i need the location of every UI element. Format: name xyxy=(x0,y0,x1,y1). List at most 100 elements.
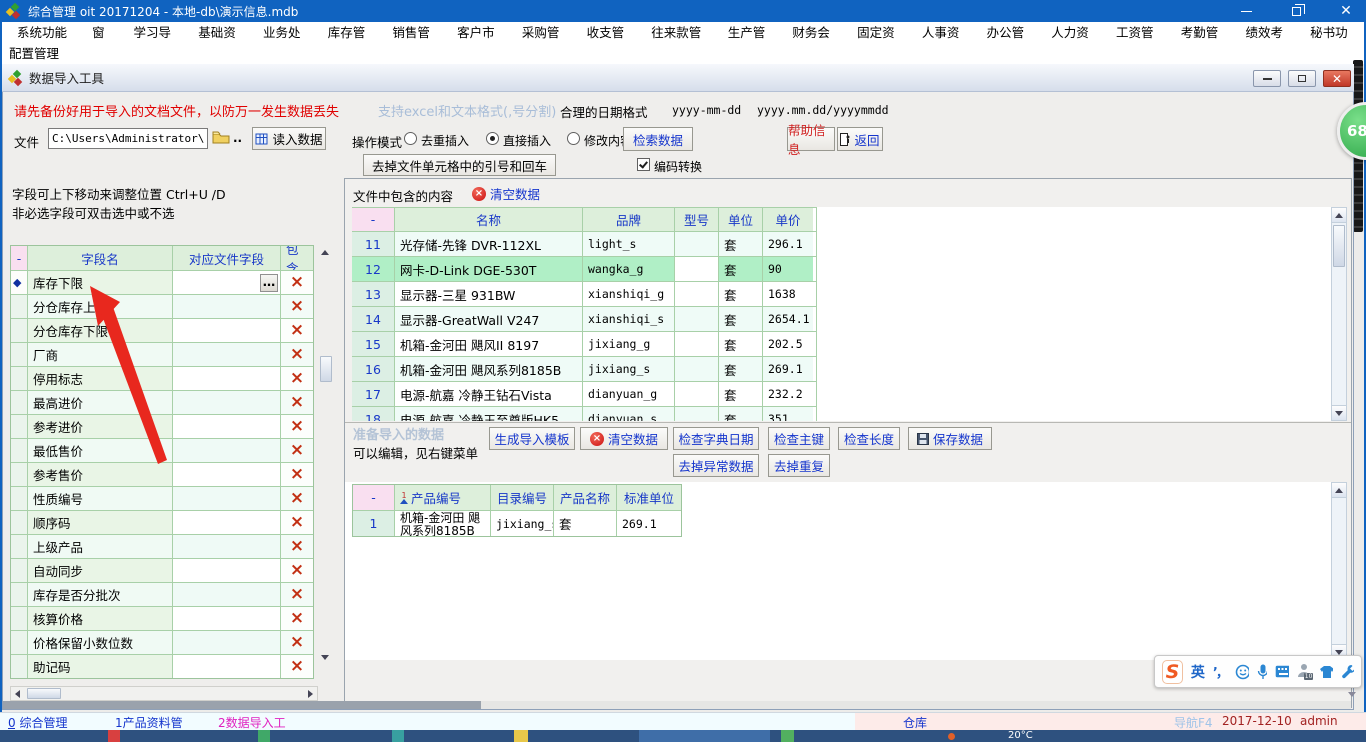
file-field-cell[interactable] xyxy=(173,439,281,462)
save-data-button[interactable]: 保存数据 xyxy=(908,427,992,450)
include-toggle[interactable]: × xyxy=(281,463,313,486)
menu-accounts[interactable]: 往来款管理 xyxy=(642,22,718,44)
child-restore-button[interactable] xyxy=(1288,70,1316,87)
ellipsis-button[interactable]: … xyxy=(260,274,278,292)
include-toggle[interactable]: × xyxy=(281,343,313,366)
minimize-button[interactable] xyxy=(1226,0,1266,22)
menu-finance[interactable]: 财务会计 xyxy=(783,22,848,44)
encode-label[interactable]: 编码转换 xyxy=(654,158,702,175)
os-taskbar[interactable]: 20°C xyxy=(0,730,1366,742)
ime-user-icon[interactable]: 10 xyxy=(1297,663,1311,681)
include-toggle[interactable]: × xyxy=(281,631,313,654)
generate-template-button[interactable]: 生成导入模板 xyxy=(489,427,575,450)
window-tab-product[interactable]: 1产品资料管 xyxy=(115,714,183,731)
field-row[interactable]: 核算价格× xyxy=(11,606,313,630)
file-field-cell[interactable] xyxy=(173,583,281,606)
file-field-cell[interactable] xyxy=(173,367,281,390)
include-toggle[interactable]: × xyxy=(281,655,313,678)
restore-button[interactable] xyxy=(1276,0,1316,22)
include-toggle[interactable]: × xyxy=(281,295,313,318)
status-nav-hint[interactable]: 导航F4 xyxy=(1174,714,1213,731)
menu-production[interactable]: 生产管理 xyxy=(719,22,784,44)
import-row[interactable]: 1 机箱-金河田 飓风系列8185B jixiang_s 套 269.1 xyxy=(353,510,681,536)
mode-dedupe-label[interactable]: 去重插入 xyxy=(421,132,469,149)
content-row[interactable]: 11光存储-先锋 DVR-112XLlight_s套296.1 xyxy=(352,231,816,256)
mode-dedupe-radio[interactable] xyxy=(404,132,417,145)
mode-direct-label[interactable]: 直接插入 xyxy=(503,132,551,149)
field-row[interactable]: 自动同步× xyxy=(11,558,313,582)
mode-modify-radio[interactable] xyxy=(567,132,580,145)
include-toggle[interactable]: × xyxy=(281,511,313,534)
field-row[interactable]: 库存是否分批次× xyxy=(11,582,313,606)
menu-human-resource[interactable]: 人力资源 xyxy=(1042,22,1107,44)
menu-performance[interactable]: 绩效考核 xyxy=(1236,22,1301,44)
include-toggle[interactable]: × xyxy=(281,415,313,438)
remove-abnormal-button[interactable]: 去掉异常数据 xyxy=(673,454,759,477)
field-row[interactable]: 价格保留小数位数× xyxy=(11,630,313,654)
scroll-up-icon[interactable] xyxy=(321,250,329,255)
ime-skin-icon[interactable] xyxy=(1319,665,1333,679)
menu-payment[interactable]: 收支管理 xyxy=(578,22,643,44)
ime-emoji-icon[interactable] xyxy=(1235,664,1249,680)
file-field-cell[interactable] xyxy=(173,319,281,342)
left-hscroll-thumb[interactable] xyxy=(27,688,61,699)
window-hscroll-thumb[interactable] xyxy=(3,701,481,709)
file-field-cell[interactable]: … xyxy=(173,271,281,294)
menu-sales[interactable]: 销售管理 xyxy=(383,22,448,44)
include-toggle[interactable]: × xyxy=(281,439,313,462)
include-toggle[interactable]: × xyxy=(281,583,313,606)
browse-folder-button[interactable] xyxy=(212,130,230,148)
window-tab-main[interactable]: 0 综合管理 xyxy=(8,714,67,731)
include-toggle[interactable]: × xyxy=(281,319,313,342)
include-toggle[interactable]: × xyxy=(281,391,313,414)
child-minimize-button[interactable] xyxy=(1253,70,1281,87)
include-toggle[interactable]: × xyxy=(281,487,313,510)
file-field-cell[interactable] xyxy=(173,559,281,582)
ime-keyboard-icon[interactable] xyxy=(1275,665,1290,678)
ime-wrench-icon[interactable] xyxy=(1341,664,1354,679)
menu-business[interactable]: 业务处理 xyxy=(254,22,319,44)
content-row[interactable]: 14显示器-GreatWall V247xianshiqi_s套2654.1 xyxy=(352,306,816,331)
left-hscrollbar[interactable] xyxy=(10,686,318,701)
file-field-cell[interactable] xyxy=(173,631,281,654)
dedupe-button[interactable]: 去掉重复 xyxy=(768,454,830,477)
content-row[interactable]: 15机箱-金河田 飓风II 8197jixiang_g套202.5 xyxy=(352,331,816,356)
menu-office[interactable]: 办公管理 xyxy=(978,22,1043,44)
menu-customer[interactable]: 客户市场 xyxy=(448,22,513,44)
file-field-cell[interactable] xyxy=(173,487,281,510)
file-path-input[interactable] xyxy=(48,128,208,149)
menu-secretary[interactable]: 秘书功能 xyxy=(1301,22,1366,44)
file-field-cell[interactable] xyxy=(173,511,281,534)
content-row-selected[interactable]: 12网卡-D-Link DGE-530Twangka_g套90 xyxy=(352,256,816,281)
include-toggle[interactable]: × xyxy=(281,271,313,294)
read-data-button[interactable]: 读入数据 xyxy=(252,127,326,150)
clear-file-data-link[interactable]: × 清空数据 xyxy=(472,184,540,203)
file-field-cell[interactable] xyxy=(173,415,281,438)
browse-dots[interactable]: .. xyxy=(233,131,242,145)
menu-salary[interactable]: 工资管理 xyxy=(1107,22,1172,44)
window-tab-import-active[interactable]: 2数据导入工 xyxy=(218,714,286,731)
menu-hr-records[interactable]: 人事资料 xyxy=(913,22,978,44)
ime-punctuation-icon[interactable]: ’， xyxy=(1213,662,1227,681)
left-vscroll-thumb[interactable] xyxy=(320,356,332,382)
menu-base-data[interactable]: 基础资料 xyxy=(189,22,254,44)
include-toggle[interactable]: × xyxy=(281,535,313,558)
menu-purchase[interactable]: 采购管理 xyxy=(513,22,578,44)
menu-config[interactable]: 配置管理 xyxy=(0,46,68,61)
content-row[interactable]: 16机箱-金河田 飓风系列8185Bjixiang_s套269.1 xyxy=(352,356,816,381)
file-field-cell[interactable] xyxy=(173,343,281,366)
content-row[interactable]: 13显示器-三星 931BWxianshiqi_g套1638 xyxy=(352,281,816,306)
check-dict-date-button[interactable]: 检查字典日期 xyxy=(673,427,759,450)
file-field-cell[interactable] xyxy=(173,655,281,678)
scroll-down-button[interactable] xyxy=(1332,405,1346,420)
scroll-left-icon[interactable] xyxy=(15,690,20,698)
include-toggle[interactable]: × xyxy=(281,559,313,582)
include-toggle[interactable]: × xyxy=(281,607,313,630)
field-row[interactable]: 性质编号× xyxy=(11,486,313,510)
ime-toolbar[interactable]: S 英 ’， 10 xyxy=(1154,655,1362,688)
menu-learn-nav[interactable]: 学习导航 xyxy=(125,22,190,44)
menu-window[interactable]: 窗口 xyxy=(83,22,124,44)
field-row[interactable]: 上级产品× xyxy=(11,534,313,558)
check-length-button[interactable]: 检查长度 xyxy=(838,427,900,450)
scroll-up-button[interactable] xyxy=(1332,483,1346,498)
